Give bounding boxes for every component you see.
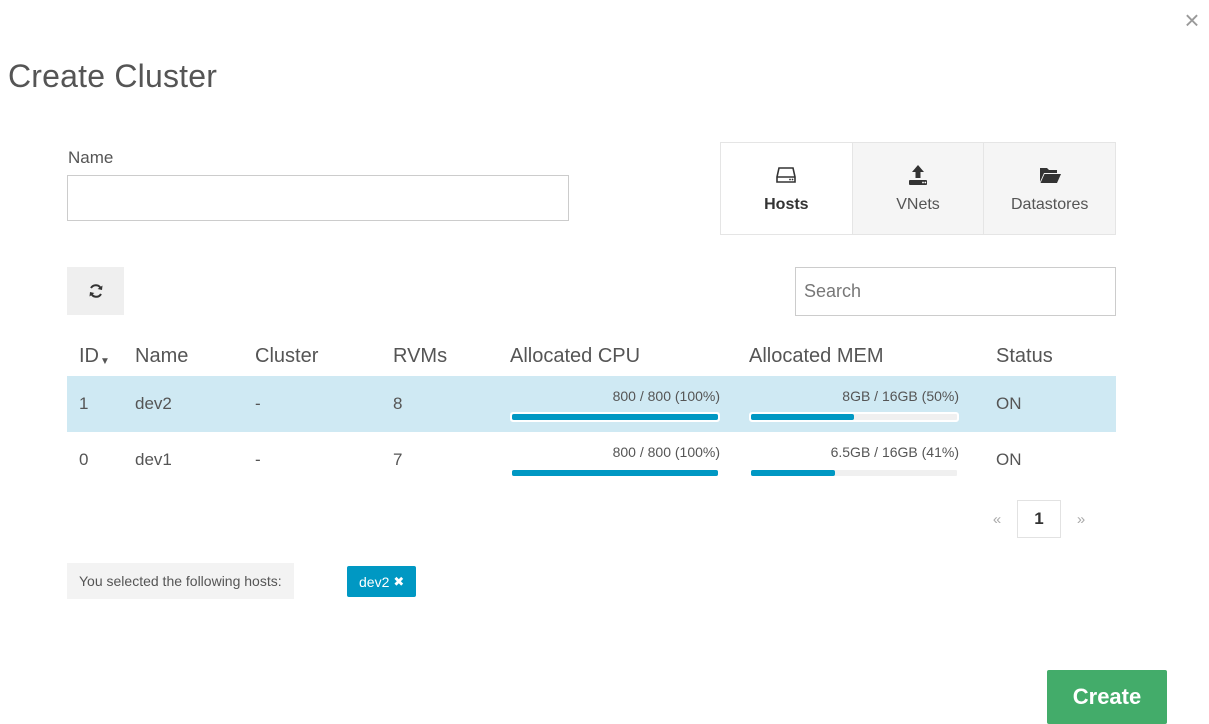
host-tag-label: dev2	[359, 573, 390, 590]
mem-progress-label: 8GB / 16GB (50%)	[842, 388, 959, 404]
close-button[interactable]: ×	[1180, 7, 1204, 33]
pagination-next[interactable]: »	[1069, 511, 1093, 528]
selected-host-tag[interactable]: dev2 ✖	[347, 566, 417, 597]
name-label: Name	[68, 148, 114, 167]
tab-hosts[interactable]: Hosts	[721, 143, 852, 234]
column-header-allocated-cpu[interactable]: Allocated CPU	[498, 336, 737, 376]
tab-label: VNets	[896, 195, 940, 213]
resource-tabs: Hosts VNets Datastores	[720, 142, 1116, 235]
cell-allocated-mem: 6.5GB / 16GB (41%)	[737, 432, 984, 488]
progress-fill	[512, 470, 718, 476]
cell-allocated-cpu: 800 / 800 (100%)	[498, 376, 737, 432]
table-row[interactable]: 0 dev1 - 7 800 / 800 (100%) 6.5GB / 16GB…	[67, 432, 1116, 488]
cpu-progress: 800 / 800 (100%)	[510, 438, 720, 482]
tab-label: Datastores	[1010, 195, 1089, 213]
column-header-name[interactable]: Name	[123, 336, 243, 376]
tab-datastores[interactable]: Datastores	[983, 143, 1116, 234]
dialog-title: Create Cluster	[8, 58, 218, 94]
name-input[interactable]	[67, 175, 569, 221]
column-header-rvms[interactable]: RVMs	[381, 336, 498, 376]
mem-progress: 6.5GB / 16GB (41%)	[749, 438, 959, 482]
progress-track	[510, 412, 720, 422]
column-header-status[interactable]: Status	[984, 336, 1116, 376]
cell-status: ON	[984, 376, 1116, 432]
selected-hosts-label: You selected the following hosts:	[67, 563, 294, 599]
mem-progress: 8GB / 16GB (50%)	[749, 382, 959, 426]
progress-fill	[512, 414, 718, 420]
cell-id: 1	[67, 376, 123, 432]
cell-status: ON	[996, 450, 1022, 469]
refresh-button[interactable]	[67, 267, 124, 315]
remove-icon[interactable]: ✖	[393, 574, 404, 590]
mem-progress-label: 6.5GB / 16GB (41%)	[830, 444, 959, 460]
server-icon	[776, 166, 797, 183]
cpu-progress-label: 800 / 800 (100%)	[612, 388, 720, 404]
tab-label: Hosts	[764, 195, 809, 213]
hosts-table: ID▼ Name Cluster RVMs Allocated CPU Allo…	[67, 336, 1116, 488]
sort-down-icon: ▼	[100, 355, 110, 367]
cell-allocated-mem: 8GB / 16GB (50%)	[737, 376, 984, 432]
upload-icon	[909, 164, 927, 185]
progress-track	[749, 412, 959, 422]
progress-fill	[751, 414, 854, 420]
cell-rvms: 8	[381, 376, 498, 432]
create-button[interactable]: Create	[1047, 670, 1167, 724]
refresh-icon	[89, 284, 102, 298]
cell-name: dev2	[123, 376, 243, 432]
cell-id: 0	[79, 450, 89, 469]
cell-allocated-cpu: 800 / 800 (100%)	[498, 432, 737, 488]
pagination-page[interactable]: 1	[1017, 500, 1061, 538]
cpu-progress-label: 800 / 800 (100%)	[612, 444, 720, 460]
column-header-id[interactable]: ID▼	[67, 336, 123, 376]
progress-track	[749, 468, 959, 478]
progress-fill	[751, 470, 836, 476]
folder-open-icon	[1039, 167, 1061, 183]
selected-hosts-text: You selected the following hosts:	[79, 573, 282, 589]
cpu-progress: 800 / 800 (100%)	[510, 382, 720, 426]
cell-cluster: -	[243, 376, 381, 432]
cell-cluster: -	[255, 450, 261, 469]
table-header-row: ID▼ Name Cluster RVMs Allocated CPU Allo…	[67, 336, 1116, 376]
pagination-prev[interactable]: «	[985, 511, 1009, 528]
pagination: « 1 »	[985, 500, 1093, 538]
column-header-cluster[interactable]: Cluster	[243, 336, 381, 376]
cell-rvms: 7	[393, 450, 403, 469]
table-row[interactable]: 1 dev2 - 8 800 / 800 (100%) 8GB / 16GB (…	[67, 376, 1116, 432]
column-header-label: ID	[79, 344, 99, 367]
tab-vnets[interactable]: VNets	[851, 143, 984, 234]
cell-name: dev1	[135, 450, 172, 469]
search-input[interactable]	[795, 267, 1116, 316]
column-header-allocated-mem[interactable]: Allocated MEM	[737, 336, 984, 376]
progress-track	[510, 468, 720, 478]
